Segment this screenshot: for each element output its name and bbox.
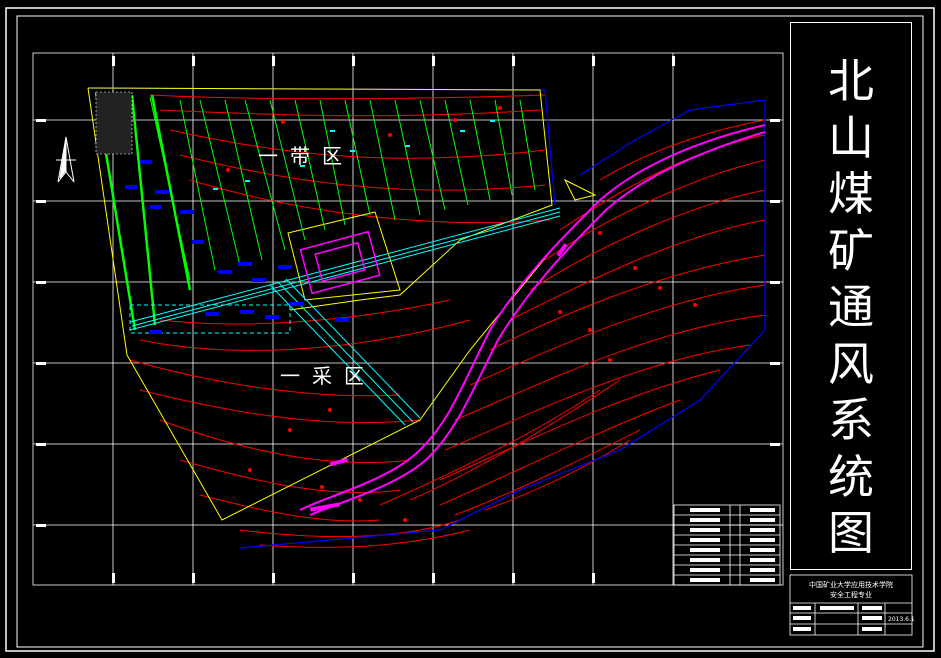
school-name: 中国矿业大学应用技术学院 [809,581,893,589]
north-arrow-icon [56,136,76,183]
contour-lines [129,94,766,548]
title-char: 系 [828,393,874,447]
drawing-date: 2013.6.1 [888,616,915,623]
major-name: 安全工程专业 [830,591,872,599]
zone-label-upper: 一带区 [258,144,354,168]
bottom-title-cells [793,606,882,631]
title-char: 矿 [828,223,874,278]
grid-ticks [36,56,780,583]
cyan-stations [213,120,495,190]
title-char: 北 [828,54,874,108]
zone-label-lower: 一采区 [280,364,376,388]
drawing-title: 北 山 煤 矿 通 风 系 统 图 [791,53,911,562]
title-char: 统 [828,449,874,504]
drawing-title-box: 北 山 煤 矿 通 风 系 统 图 [790,22,912,570]
title-char: 煤 [828,167,874,221]
longwall-panels [149,96,536,281]
title-char: 风 [828,336,874,391]
shaft-station [299,230,381,295]
title-char: 图 [828,506,874,560]
coordinate-grid [32,52,784,586]
title-char: 山 [828,110,874,165]
title-char: 通 [828,280,874,334]
coal-pillar-hatch [95,91,133,155]
title-block-table [673,504,781,586]
inclined-shaft [299,124,766,516]
machinery-markers [125,160,349,334]
